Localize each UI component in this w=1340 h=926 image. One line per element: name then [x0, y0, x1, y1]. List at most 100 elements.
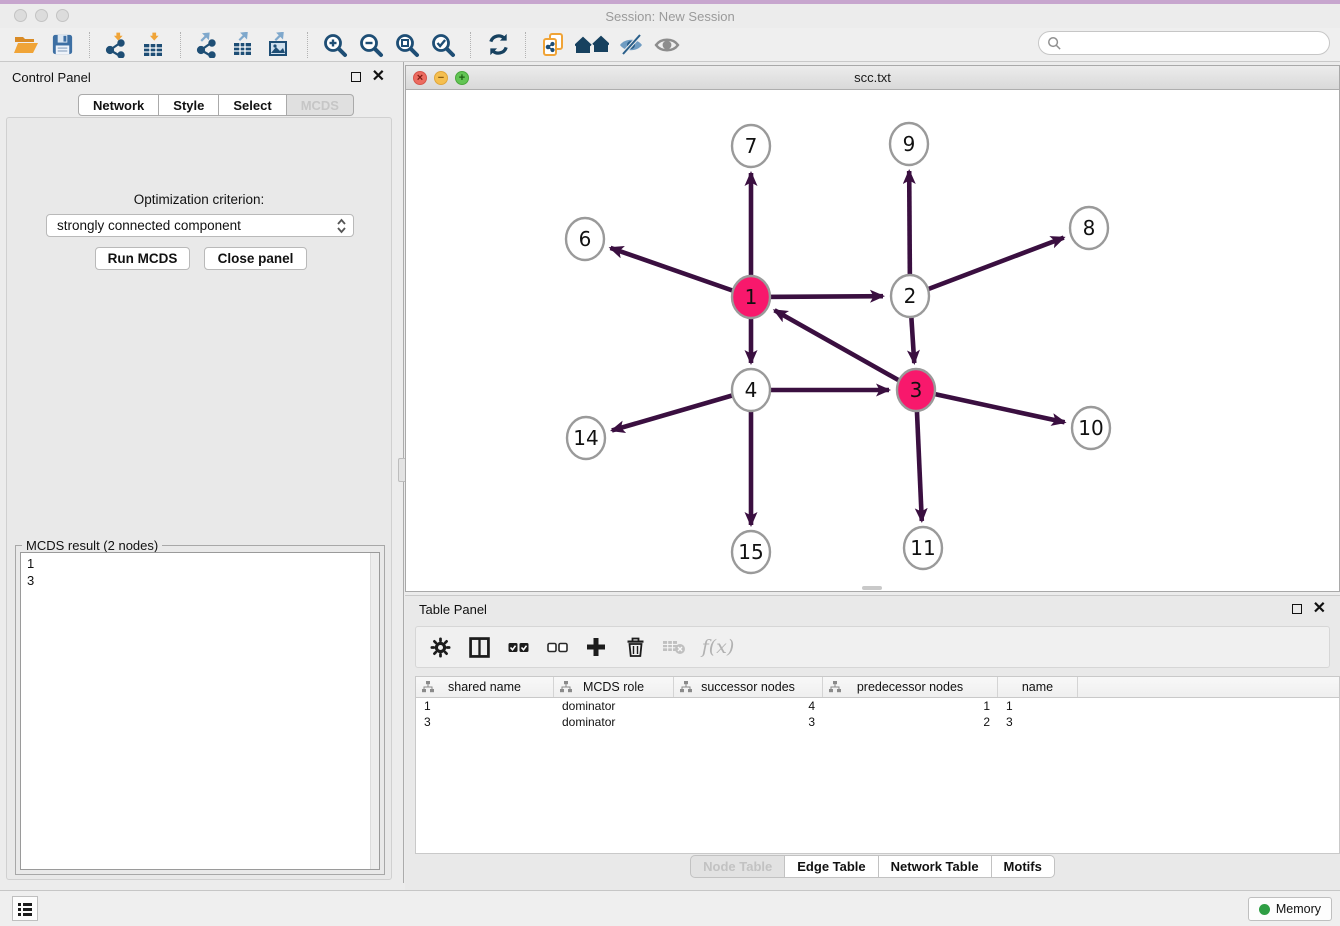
graph-node-label-6: 6 — [579, 227, 592, 251]
open-session-button[interactable] — [11, 31, 41, 59]
table-row[interactable]: 3 dominator 3 2 3 — [416, 714, 1339, 730]
graph-node-label-10: 10 — [1078, 416, 1103, 440]
zoom-selected-button[interactable] — [428, 31, 458, 59]
graph-edge-4-14[interactable] — [612, 390, 751, 430]
control-panel-tabs: Network Style Select MCDS — [78, 94, 354, 116]
export-image-icon — [267, 32, 293, 58]
graph-edge-3-10[interactable] — [916, 390, 1065, 422]
export-image-button[interactable] — [265, 31, 295, 59]
column-label: predecessor nodes — [857, 680, 963, 694]
float-panel-icon[interactable] — [1292, 604, 1302, 614]
deselect-all-columns-button[interactable] — [545, 635, 569, 659]
zoom-window-button[interactable] — [56, 9, 69, 22]
graph-edge-1-6[interactable] — [610, 248, 751, 297]
tab-edge-table[interactable]: Edge Table — [785, 855, 878, 878]
close-panel-icon[interactable]: ✕ — [372, 72, 385, 82]
run-mcds-button[interactable]: Run MCDS — [95, 247, 190, 270]
column-type-icon — [560, 681, 572, 693]
mcds-tab-content: Optimization criterion: strongly connect… — [6, 117, 392, 880]
search-box[interactable] — [1038, 31, 1330, 55]
close-window-button[interactable] — [14, 9, 27, 22]
export-network-icon — [195, 32, 221, 58]
save-icon — [50, 32, 75, 57]
save-session-button[interactable] — [47, 31, 77, 59]
network-maximize-button[interactable]: + — [455, 71, 469, 85]
tab-select[interactable]: Select — [219, 94, 286, 116]
table-panel-tabs: Node Table Edge Table Network Table Moti… — [405, 855, 1340, 878]
mcds-result-title: MCDS result (2 nodes) — [22, 538, 162, 553]
memory-label: Memory — [1276, 902, 1321, 916]
home-button[interactable] — [574, 31, 610, 59]
column-header-predecessor-nodes[interactable]: predecessor nodes — [823, 677, 998, 697]
zoom-fit-button[interactable] — [392, 31, 422, 59]
column-label: MCDS role — [583, 680, 644, 694]
refresh-layout-button[interactable] — [483, 31, 513, 59]
graph-node-label-7: 7 — [745, 134, 758, 158]
zoom-out-button[interactable] — [356, 31, 386, 59]
optimization-criterion-select[interactable]: strongly connected component — [46, 214, 354, 237]
close-panel-button[interactable]: Close panel — [204, 247, 307, 270]
graph-node-label-1: 1 — [745, 285, 758, 309]
column-label: name — [1022, 680, 1053, 694]
show-panel-button[interactable] — [652, 31, 682, 59]
table-toolbar: f(x) — [415, 626, 1330, 668]
import-network-icon — [104, 32, 130, 58]
network-canvas[interactable]: 7968124314101511 — [406, 90, 1339, 591]
table-row[interactable]: 1 dominator 4 1 1 — [416, 698, 1339, 714]
graph-edge-3-1[interactable] — [775, 310, 916, 390]
task-list-icon — [17, 901, 33, 917]
add-column-button[interactable] — [584, 635, 608, 659]
tab-node-table[interactable]: Node Table — [690, 855, 785, 878]
application-window: Session: New Session — [0, 0, 1340, 926]
search-input[interactable] — [1062, 36, 1329, 51]
clone-network-button[interactable] — [538, 31, 568, 59]
import-table-button[interactable] — [138, 31, 168, 59]
task-history-button[interactable] — [12, 896, 38, 921]
column-header-name[interactable]: name — [998, 677, 1078, 697]
delete-table-button[interactable] — [662, 635, 686, 659]
node-table[interactable]: shared name MCDS role successor nodes — [415, 676, 1340, 854]
clone-network-icon — [540, 32, 566, 58]
hide-panel-button[interactable] — [616, 31, 646, 59]
table-panel-header: Table Panel ✕ — [405, 596, 1340, 622]
network-minimize-button[interactable]: − — [434, 71, 448, 85]
apply-function-button[interactable]: f(x) — [701, 635, 735, 659]
window-controls — [14, 9, 69, 22]
cell-predecessor-nodes: 1 — [823, 698, 998, 714]
tab-network-table[interactable]: Network Table — [879, 855, 992, 878]
toolbar-separator — [180, 32, 181, 58]
column-header-shared-name[interactable]: shared name — [416, 677, 554, 697]
tab-network[interactable]: Network — [78, 94, 159, 116]
import-network-button[interactable] — [102, 31, 132, 59]
column-header-successor-nodes[interactable]: successor nodes — [674, 677, 823, 697]
zoom-in-icon — [322, 32, 348, 58]
minimize-window-button[interactable] — [35, 9, 48, 22]
select-all-columns-button[interactable] — [506, 635, 530, 659]
network-window-title: scc.txt — [854, 70, 891, 85]
memory-button[interactable]: Memory — [1248, 897, 1332, 921]
table-settings-button[interactable] — [428, 635, 452, 659]
result-scrollbar[interactable] — [370, 553, 379, 869]
close-panel-icon[interactable]: ✕ — [1313, 604, 1326, 614]
graph-node-label-3: 3 — [910, 378, 923, 402]
export-network-button[interactable] — [193, 31, 223, 59]
column-type-icon — [829, 681, 841, 693]
column-header-mcds-role[interactable]: MCDS role — [554, 677, 674, 697]
tab-mcds[interactable]: MCDS — [287, 94, 354, 116]
cell-mcds-role: dominator — [554, 714, 674, 730]
network-window-titlebar[interactable]: × − + scc.txt — [406, 66, 1339, 90]
mcds-result-text[interactable]: 1 3 — [20, 552, 380, 870]
export-table-button[interactable] — [229, 31, 259, 59]
graph-edge-2-8[interactable] — [910, 238, 1064, 296]
zoom-in-button[interactable] — [320, 31, 350, 59]
result-line: 3 — [27, 572, 379, 589]
split-panel-button[interactable] — [467, 635, 491, 659]
float-panel-icon[interactable] — [351, 72, 361, 82]
result-line: 1 — [27, 555, 379, 572]
canvas-scroll-thumb[interactable] — [862, 586, 882, 590]
tab-motifs[interactable]: Motifs — [992, 855, 1055, 878]
delete-column-button[interactable] — [623, 635, 647, 659]
cell-successor-nodes: 3 — [674, 714, 823, 730]
tab-style[interactable]: Style — [159, 94, 219, 116]
network-close-button[interactable]: × — [413, 71, 427, 85]
